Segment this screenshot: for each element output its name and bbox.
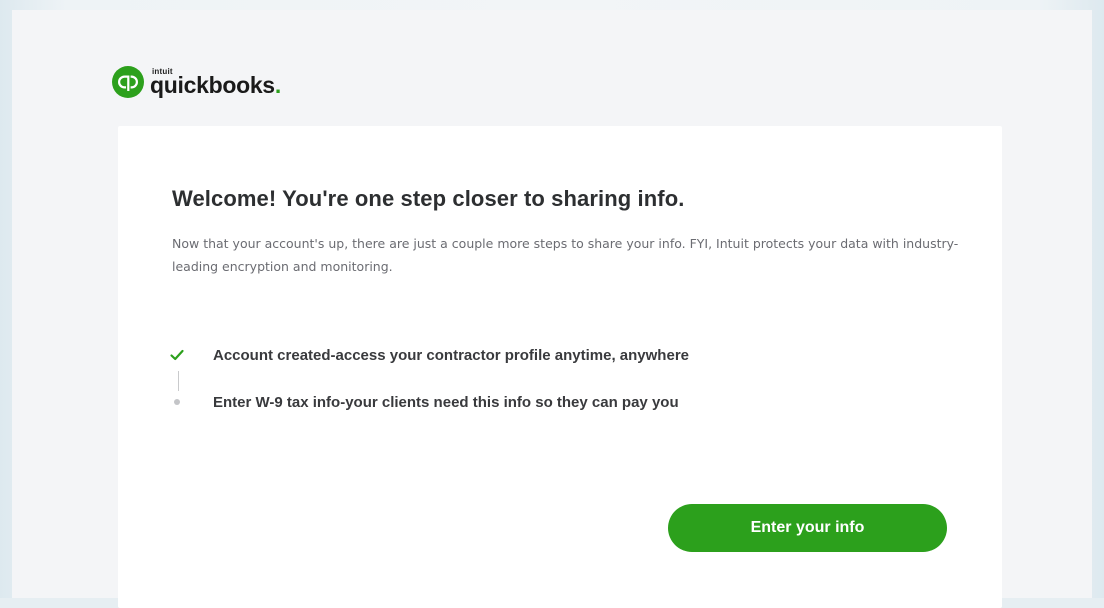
- wordmark-period: .: [274, 71, 281, 98]
- welcome-card: Welcome! You're one step closer to shari…: [118, 126, 1002, 608]
- quickbooks-wordmark-text: quickbooks: [150, 71, 275, 98]
- quickbooks-logo[interactable]: intuit quickbooks.: [112, 62, 281, 102]
- quickbooks-logo-icon: [112, 66, 144, 98]
- welcome-description: Now that your account's up, there are ju…: [172, 236, 959, 274]
- welcome-title: Welcome! You're one step closer to shari…: [172, 186, 685, 211]
- content-panel: intuit quickbooks. Welcome! You're one s…: [12, 10, 1092, 608]
- steps-list: Account created-access your contractor p…: [168, 340, 928, 434]
- dot-icon: [168, 393, 186, 411]
- enter-your-info-button[interactable]: Enter your info: [668, 504, 947, 552]
- checkmark-icon: [168, 346, 186, 364]
- step-item-account-created: Account created-access your contractor p…: [168, 340, 928, 370]
- quickbooks-wordmark: quickbooks.: [150, 71, 281, 98]
- step-label: Account created-access your contractor p…: [213, 346, 689, 364]
- step-item-enter-w9: Enter W-9 tax info-your clients need thi…: [168, 387, 928, 417]
- step-label: Enter W-9 tax info-your clients need thi…: [213, 393, 679, 411]
